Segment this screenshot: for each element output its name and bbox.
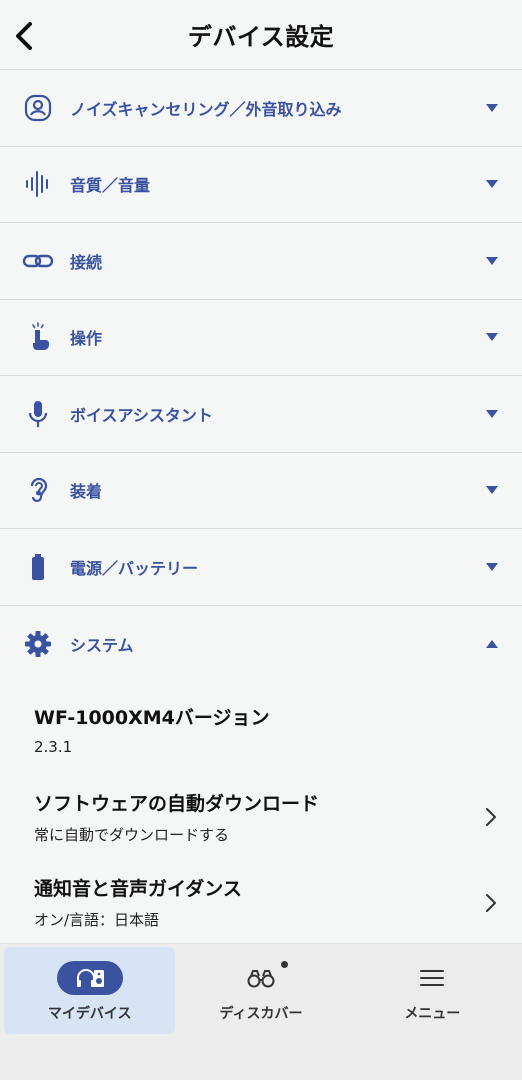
section-label: システム xyxy=(70,635,134,655)
item-value: 常に自動でダウンロードする xyxy=(34,826,230,844)
chevron-right-icon xyxy=(482,806,500,828)
section-label: ボイスアシスタント xyxy=(70,405,213,425)
sound-wave-icon xyxy=(22,168,54,200)
nav-icon-wrap xyxy=(246,959,288,997)
nav-discover[interactable]: ディスカバー xyxy=(175,947,346,1034)
section-label: 音質／音量 xyxy=(70,176,151,196)
nav-my-device[interactable]: マイデバイス xyxy=(4,947,176,1034)
item-title: 通知音と音声ガイダンス xyxy=(34,878,242,900)
ear-icon xyxy=(22,474,54,506)
nav-icon-wrap xyxy=(419,959,445,997)
item-value: 2.3.1 xyxy=(34,737,73,756)
battery-icon xyxy=(22,551,54,583)
chevron-right-icon xyxy=(482,892,500,914)
caret-down-icon xyxy=(484,559,500,575)
notification-dot xyxy=(280,960,288,968)
section-label: 操作 xyxy=(70,329,103,349)
hamburger-menu-icon xyxy=(420,969,445,986)
caret-down-icon xyxy=(484,406,500,422)
link-icon xyxy=(22,245,54,277)
section-wearing[interactable]: 装着 xyxy=(0,453,522,529)
nav-label: ディスカバー xyxy=(219,1005,303,1022)
section-connection[interactable]: 接続 xyxy=(0,223,522,300)
system-auto-download-item[interactable]: ソフトウェアの自動ダウンロード 常に自動でダウンロードする xyxy=(0,772,522,862)
section-voice-assistant[interactable]: ボイスアシスタント xyxy=(0,376,522,453)
bottom-nav: マイデバイス ディスカバー メニュー xyxy=(0,943,522,1080)
system-version-item: WF-1000XM4バージョン 2.3.1 xyxy=(0,682,522,772)
headphones-speaker-icon xyxy=(76,968,104,987)
caret-down-icon xyxy=(484,253,500,269)
item-title: WF-1000XM4バージョン xyxy=(34,706,270,729)
caret-up-icon xyxy=(484,636,500,652)
nav-label: メニュー xyxy=(404,1005,461,1022)
section-label: ノイズキャンセリング／外音取り込み xyxy=(70,99,342,119)
section-system[interactable]: システム xyxy=(0,606,522,683)
microphone-icon xyxy=(22,398,54,430)
section-battery[interactable]: 電源／バッテリー xyxy=(0,529,522,606)
header: デバイス設定 xyxy=(0,0,522,70)
item-title: ソフトウェアの自動ダウンロード xyxy=(34,793,320,815)
section-label: 接続 xyxy=(70,252,103,272)
item-value: オン/言語：日本語 xyxy=(34,911,160,929)
section-sound-quality[interactable]: 音質／音量 xyxy=(0,147,522,223)
section-label: 装着 xyxy=(70,482,103,502)
section-operation[interactable]: 操作 xyxy=(0,300,522,376)
nav-icon-wrap xyxy=(56,959,123,997)
caret-down-icon xyxy=(484,100,500,116)
caret-down-icon xyxy=(484,176,500,192)
caret-down-icon xyxy=(484,329,500,345)
chevron-left-icon xyxy=(16,22,32,50)
back-button[interactable] xyxy=(10,20,38,52)
nav-label: マイデバイス xyxy=(47,1005,132,1022)
caret-down-icon xyxy=(484,482,500,498)
binoculars-icon xyxy=(247,969,275,987)
touch-icon xyxy=(22,321,54,353)
section-label: 電源／バッテリー xyxy=(70,558,199,578)
page-title: デバイス設定 xyxy=(187,23,335,51)
system-notification-sound-item[interactable]: 通知音と音声ガイダンス オン/言語：日本語 xyxy=(0,862,522,929)
active-pill xyxy=(56,960,123,995)
section-noise-cancelling[interactable]: ノイズキャンセリング／外音取り込み xyxy=(0,70,522,147)
gear-icon xyxy=(22,628,54,660)
person-ambient-icon xyxy=(22,92,54,124)
nav-menu[interactable]: メニュー xyxy=(347,947,518,1034)
